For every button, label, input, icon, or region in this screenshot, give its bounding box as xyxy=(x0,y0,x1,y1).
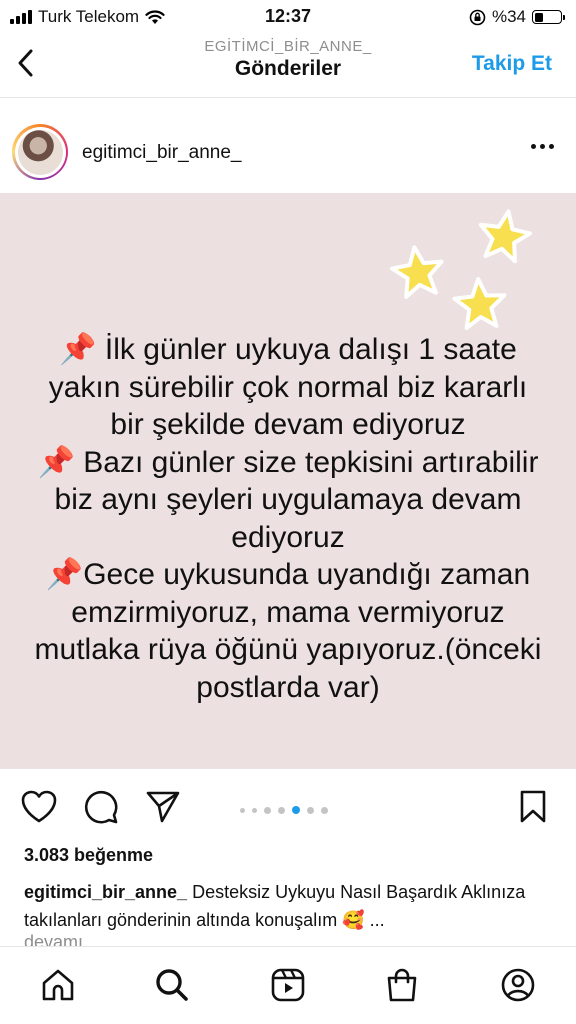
post-actions xyxy=(0,780,576,830)
save-button[interactable] xyxy=(514,788,552,826)
star-icon xyxy=(452,277,507,330)
text-line: ediyoruz xyxy=(231,520,345,554)
carousel-dot xyxy=(240,807,245,813)
navigation-header: EGİTİMCİ_BİR_ANNE_ Gönderiler Takip Et xyxy=(0,32,576,98)
follow-button[interactable]: Takip Et xyxy=(472,52,552,76)
status-right: %34 xyxy=(469,7,565,27)
carousel-dot-active xyxy=(292,806,300,814)
carousel-dot xyxy=(278,806,285,814)
like-button[interactable] xyxy=(20,788,58,826)
tab-home[interactable] xyxy=(38,965,78,1005)
text-line: emzirmiyoruz, mama vermiyoruz xyxy=(71,595,505,629)
share-button[interactable] xyxy=(144,788,182,826)
shop-icon xyxy=(387,968,417,1002)
text-line: postlarda var) xyxy=(196,670,380,704)
post-caption: egitimci_bir_anne_ Desteksiz Uykuyu Nası… xyxy=(24,878,554,934)
carousel-dot xyxy=(307,806,314,814)
more-options-button[interactable] xyxy=(531,144,554,149)
search-icon xyxy=(156,969,188,1001)
carousel-dot xyxy=(321,806,328,814)
stars-decoration xyxy=(390,209,533,330)
battery-percent: %34 xyxy=(491,7,526,26)
status-bar: Turk Telekom 12:37 %34 xyxy=(0,0,576,32)
post-username[interactable]: egitimci_bir_anne_ xyxy=(82,142,242,164)
tab-search[interactable] xyxy=(152,965,192,1005)
tab-shop[interactable] xyxy=(382,965,422,1005)
like-count[interactable]: 3.083 beğenme xyxy=(24,845,153,866)
text-line: biz aynı şeyleri uygulamaya devam xyxy=(54,483,522,516)
post-image[interactable]: 📌 İlk günler uykuya dalışı 1 saate yakın… xyxy=(0,193,576,769)
carousel-dot xyxy=(252,807,257,813)
more-horizontal-icon xyxy=(531,144,536,149)
reels-icon xyxy=(271,968,305,1002)
star-icon xyxy=(478,209,533,264)
comment-icon xyxy=(84,790,118,824)
text-line: 📌Gece uykusunda uyandığı zaman xyxy=(45,558,531,591)
avatar xyxy=(17,129,63,175)
carousel-dot xyxy=(264,806,271,814)
text-line: yakın sürebilir çok normal biz kararlı xyxy=(48,370,528,404)
battery-icon xyxy=(532,10,565,24)
story-ring[interactable] xyxy=(12,124,68,180)
battery-level xyxy=(534,12,543,22)
home-icon xyxy=(42,969,74,1001)
post-image-text: 📌 İlk günler uykuya dalışı 1 saate yakın… xyxy=(0,331,576,706)
comment-button[interactable] xyxy=(82,788,120,826)
heart-icon xyxy=(21,790,57,823)
star-icon xyxy=(390,245,444,299)
orientation-lock-icon xyxy=(469,9,486,25)
send-icon xyxy=(146,791,180,823)
profile-icon xyxy=(501,968,535,1002)
carousel-indicator xyxy=(240,806,328,814)
tab-profile[interactable] xyxy=(498,965,538,1005)
bookmark-icon xyxy=(520,790,546,823)
text-line: 📌 Bazı günler size tepkisini artırabilir xyxy=(37,445,539,479)
text-line: 📌 İlk günler uykuya dalışı 1 saate xyxy=(59,333,517,366)
caption-username[interactable]: egitimci_bir_anne_ xyxy=(24,882,187,902)
bottom-tab-bar xyxy=(0,946,576,1024)
tab-reels[interactable] xyxy=(268,965,308,1005)
text-line: mutlaka rüya öğünü yapıyoruz.(önceki xyxy=(34,633,542,666)
text-line: bir şekilde devam ediyoruz xyxy=(110,408,466,441)
post-header: egitimci_bir_anne_ xyxy=(0,118,576,188)
